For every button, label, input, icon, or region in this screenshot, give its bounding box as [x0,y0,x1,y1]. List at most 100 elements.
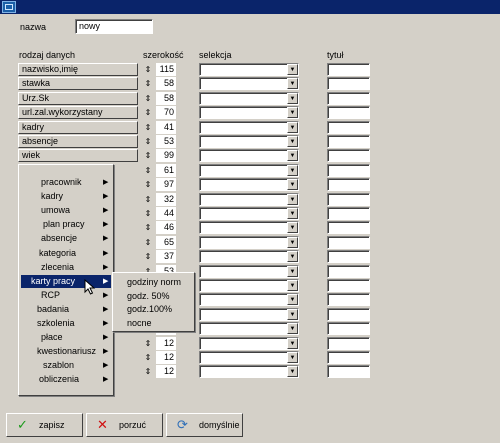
width-spinner-icon[interactable]: ⇕ [143,106,153,119]
dropdown-arrow-icon[interactable]: ▼ [287,208,298,219]
dropdown-arrow-icon[interactable]: ▼ [287,366,298,377]
discard-button[interactable]: ✕ porzuć [86,413,163,437]
selection-combo[interactable]: ▼ [199,135,299,148]
dropdown-arrow-icon[interactable]: ▼ [287,237,298,248]
dropdown-arrow-icon[interactable]: ▼ [287,338,298,349]
title-input[interactable] [327,77,370,90]
width-spinner-icon[interactable]: ⇕ [143,207,153,220]
width-value[interactable]: 65 [156,236,176,249]
width-value[interactable]: 37 [156,250,176,263]
selection-combo[interactable]: ▼ [199,265,299,278]
dropdown-arrow-icon[interactable]: ▼ [287,280,298,291]
width-value[interactable]: 97 [156,178,176,191]
selection-combo[interactable]: ▼ [199,178,299,191]
width-spinner-icon[interactable]: ⇕ [143,351,153,364]
selection-combo[interactable]: ▼ [199,337,299,350]
width-spinner-icon[interactable]: ⇕ [143,121,153,134]
width-value[interactable]: 32 [156,193,176,206]
selection-combo[interactable]: ▼ [199,63,299,76]
menu-item[interactable]: szkolenia ▶ [21,317,111,330]
width-value[interactable]: 61 [156,164,176,177]
width-value[interactable]: 41 [156,121,176,134]
dropdown-arrow-icon[interactable]: ▼ [287,179,298,190]
title-input[interactable] [327,106,370,119]
row-label[interactable]: absencje [18,135,138,148]
width-spinner-icon[interactable]: ⇕ [143,250,153,263]
menu-item[interactable]: karty pracy ▶ [21,274,111,288]
menu-item[interactable]: płace ▶ [21,331,111,344]
title-input[interactable] [327,193,370,206]
selection-combo[interactable]: ▼ [199,149,299,162]
width-value[interactable]: 53 [156,135,176,148]
menu-item[interactable]: szablon ▶ [21,359,111,372]
width-spinner-icon[interactable]: ⇕ [143,236,153,249]
dropdown-arrow-icon[interactable]: ▼ [287,194,298,205]
selection-combo[interactable]: ▼ [199,322,299,335]
menu-item[interactable]: badania ▶ [21,303,111,316]
width-value[interactable]: 12 [156,337,176,350]
width-value[interactable]: 70 [156,106,176,119]
menu-item[interactable]: RCP ▶ [21,289,111,302]
dropdown-arrow-icon[interactable]: ▼ [287,136,298,147]
dropdown-arrow-icon[interactable]: ▼ [287,352,298,363]
selection-combo[interactable]: ▼ [199,106,299,119]
row-label[interactable]: stawka [18,77,138,90]
width-spinner-icon[interactable]: ⇕ [143,365,153,378]
name-field[interactable]: nowy [75,19,153,34]
title-input[interactable] [327,322,370,335]
width-value[interactable]: 12 [156,351,176,364]
selection-combo[interactable]: ▼ [199,164,299,177]
width-spinner-icon[interactable]: ⇕ [143,164,153,177]
width-spinner-icon[interactable]: ⇕ [143,63,153,76]
submenu-item[interactable]: godz.100% [115,303,192,316]
menu-item[interactable]: obliczenia ▶ [21,373,111,386]
dropdown-arrow-icon[interactable]: ▼ [287,251,298,262]
menu-item[interactable]: absencje ▶ [21,232,111,245]
title-input[interactable] [327,164,370,177]
title-input[interactable] [327,63,370,76]
dropdown-arrow-icon[interactable]: ▼ [287,78,298,89]
width-spinner-icon[interactable]: ⇕ [143,135,153,148]
selection-combo[interactable]: ▼ [199,92,299,105]
menu-item[interactable]: kategoria ▶ [21,247,111,260]
menu-item[interactable]: umowa ▶ [21,204,111,217]
dropdown-arrow-icon[interactable]: ▼ [287,122,298,133]
menu-item[interactable]: kadry ▶ [21,190,111,203]
width-spinner-icon[interactable]: ⇕ [143,193,153,206]
title-input[interactable] [327,351,370,364]
selection-combo[interactable]: ▼ [199,250,299,263]
dropdown-arrow-icon[interactable]: ▼ [287,64,298,75]
dropdown-arrow-icon[interactable]: ▼ [287,266,298,277]
selection-combo[interactable]: ▼ [199,279,299,292]
row-label[interactable]: nazwisko,imię [18,63,138,76]
title-input[interactable] [327,121,370,134]
dropdown-arrow-icon[interactable]: ▼ [287,323,298,334]
width-value[interactable]: 46 [156,221,176,234]
dropdown-arrow-icon[interactable]: ▼ [287,222,298,233]
selection-combo[interactable]: ▼ [199,365,299,378]
width-value[interactable]: 115 [156,63,176,76]
width-value[interactable]: 44 [156,207,176,220]
width-value[interactable]: 99 [156,149,176,162]
submenu-item[interactable]: godz. 50% [115,290,192,303]
defaults-button[interactable]: ⟳ domyślnie [166,413,243,437]
row-label[interactable]: Urz.Sk [18,92,138,105]
title-input[interactable] [327,221,370,234]
title-input[interactable] [327,337,370,350]
width-value[interactable]: 12 [156,365,176,378]
title-input[interactable] [327,250,370,263]
title-input[interactable] [327,135,370,148]
width-spinner-icon[interactable]: ⇕ [143,77,153,90]
dropdown-arrow-icon[interactable]: ▼ [287,107,298,118]
dropdown-arrow-icon[interactable]: ▼ [287,309,298,320]
title-input[interactable] [327,236,370,249]
dropdown-arrow-icon[interactable]: ▼ [287,165,298,176]
dropdown-arrow-icon[interactable]: ▼ [287,93,298,104]
selection-combo[interactable]: ▼ [199,207,299,220]
selection-combo[interactable]: ▼ [199,121,299,134]
title-input[interactable] [327,279,370,292]
title-input[interactable] [327,149,370,162]
save-button[interactable]: ✓ zapisz [6,413,83,437]
app-window-icon[interactable] [2,1,16,13]
selection-combo[interactable]: ▼ [199,351,299,364]
